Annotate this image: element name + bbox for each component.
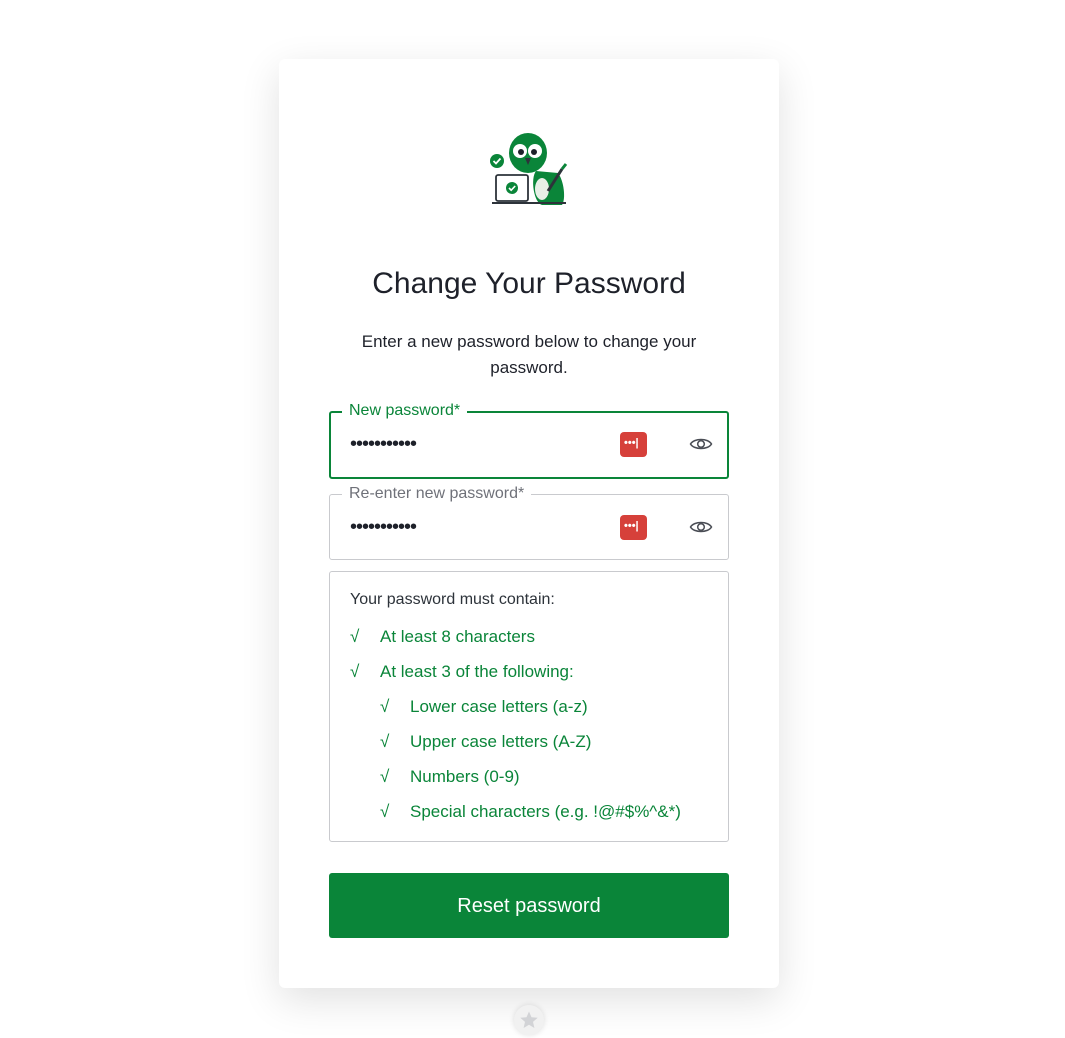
eye-icon [689, 438, 713, 450]
password-manager-icon[interactable]: •••| [620, 515, 647, 540]
password-requirements: Your password must contain: √ At least 8 … [329, 571, 729, 842]
check-icon: √ [380, 697, 390, 716]
requirement-item: √ Special characters (e.g. !@#$%^&*) [380, 802, 681, 821]
confirm-password-label: Re-enter new password* [342, 484, 532, 504]
requirement-item: √ At least 3 of the following: [350, 662, 574, 681]
star-badge[interactable] [514, 1005, 544, 1035]
requirement-item: √ Numbers (0-9) [380, 767, 520, 786]
confirm-password-input[interactable]: ••••••••••• [350, 513, 417, 541]
requirement-item: √ Lower case letters (a-z) [380, 697, 588, 716]
show-confirm-password-button[interactable] [686, 513, 716, 541]
star-icon [520, 1011, 538, 1028]
requirement-item: √ At least 8 characters [350, 627, 535, 646]
reset-password-button[interactable]: Reset password [329, 873, 729, 938]
mascot-logo [490, 133, 568, 205]
password-card: Change Your Password Enter a new passwor… [279, 59, 779, 988]
confirm-password-field[interactable]: Re-enter new password* ••••••••••• •••| [329, 484, 729, 560]
page-subtitle: Enter a new password below to change you… [361, 332, 697, 377]
eye-icon [689, 521, 713, 533]
new-password-input[interactable]: ••••••••••• [350, 430, 417, 458]
check-icon: √ [350, 627, 360, 646]
check-icon: √ [380, 767, 390, 786]
show-password-button[interactable] [686, 430, 716, 458]
password-manager-icon[interactable]: •••| [620, 432, 647, 457]
new-password-label: New password* [342, 401, 468, 421]
page-title: Change Your Password [372, 267, 686, 300]
check-icon: √ [350, 662, 360, 681]
requirement-item: √ Upper case letters (A-Z) [380, 732, 592, 751]
check-icon: √ [380, 802, 390, 821]
new-password-field[interactable]: New password* ••••••••••• •••| [329, 401, 729, 479]
check-icon: √ [380, 732, 390, 751]
requirements-heading: Your password must contain: [350, 591, 555, 608]
